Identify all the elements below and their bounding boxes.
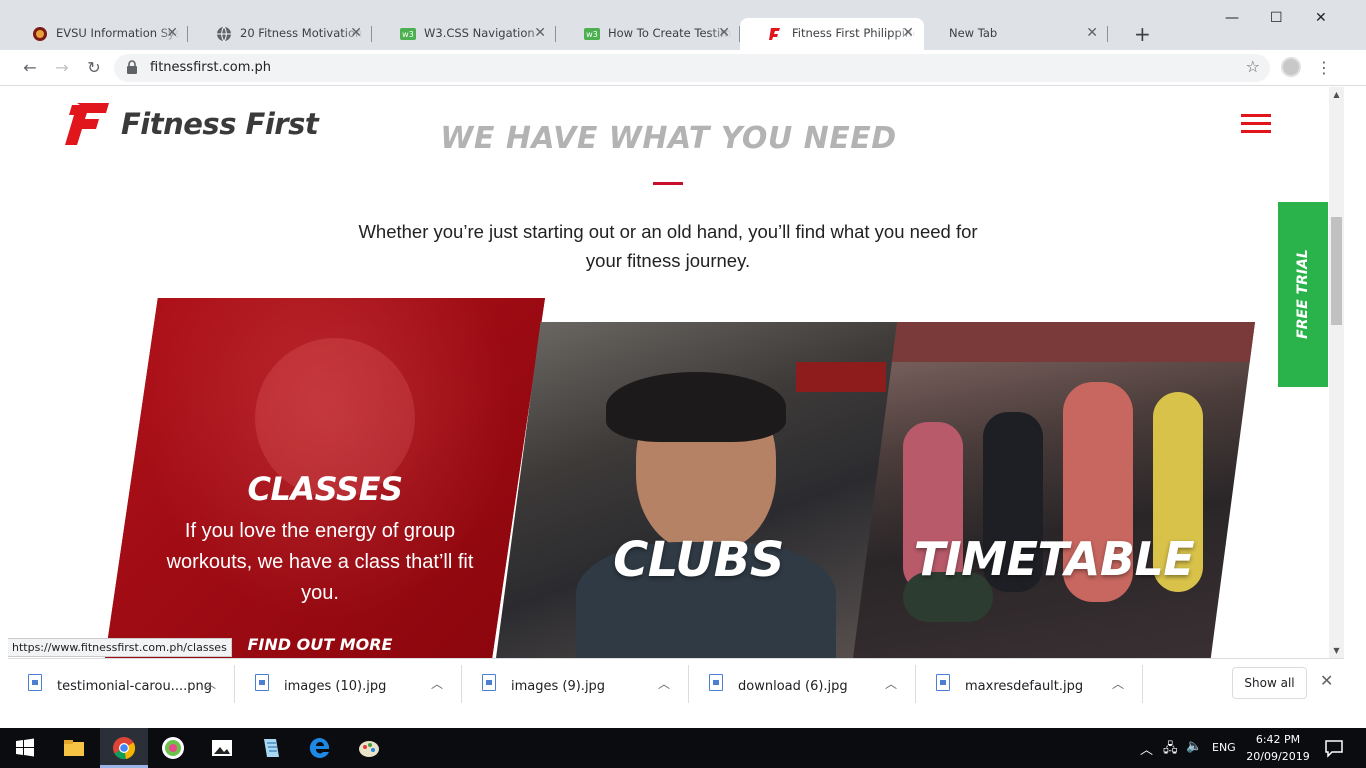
notepad-icon[interactable] — [259, 736, 283, 760]
tab-title: How To Create Testimo — [608, 26, 732, 40]
clubs-panel[interactable]: CLUBS — [496, 322, 901, 658]
download-filename: images (9).jpg — [511, 679, 606, 694]
download-filename: testimonial-carou....png — [57, 679, 212, 694]
new-tab-button[interactable]: + — [1134, 22, 1151, 46]
clock-time: 6:42 PM — [1255, 733, 1301, 746]
close-icon[interactable]: ✕ — [902, 25, 914, 41]
clubs-heading: CLUBS — [613, 532, 784, 588]
tab-title: Fitness First Philippines — [792, 26, 916, 40]
browser-toolbar: ← → ↻ fitnessfirst.com.ph ☆ — [0, 50, 1366, 86]
close-icon[interactable]: ✕ — [534, 25, 546, 41]
classes-panel[interactable]: CLASSES If you love the energy of group … — [105, 298, 545, 658]
status-url: https://www.fitnessfirst.com.ph/classes — [8, 638, 232, 657]
download-shelf: testimonial-carou....png ︿ images (10).j… — [8, 658, 1344, 708]
fitness-first-icon — [769, 28, 780, 40]
image-file-icon — [28, 674, 42, 691]
paint-icon[interactable] — [357, 736, 381, 760]
volume-icon[interactable]: 🔈 — [1186, 739, 1202, 754]
close-icon[interactable]: ✕ — [718, 25, 730, 41]
chevron-up-icon[interactable]: ︿ — [1140, 739, 1153, 758]
address-bar[interactable]: fitnessfirst.com.ph ☆ — [114, 54, 1270, 82]
system-clock[interactable]: 6:42 PM 20/09/2019 — [1246, 731, 1310, 765]
tab-fitness-motivation[interactable]: 20 Fitness Motivation Q ✕ — [188, 18, 372, 50]
timetable-panel[interactable]: TIMETABLE — [853, 322, 1255, 658]
close-icon[interactable]: ✕ — [350, 25, 362, 41]
classes-description: If you love the energy of group workouts… — [166, 520, 474, 604]
clock-date: 20/09/2019 — [1246, 750, 1310, 763]
forward-button[interactable]: → — [51, 57, 73, 79]
tab-new-tab[interactable]: New Tab ✕ — [924, 18, 1108, 50]
image-file-icon — [482, 674, 496, 691]
tab-title: New Tab — [949, 26, 998, 40]
image-file-icon — [936, 674, 950, 691]
browser-menu-icon[interactable]: ⋮ — [1316, 58, 1332, 77]
notifications-icon[interactable] — [1322, 736, 1346, 760]
close-window-button[interactable]: ✕ — [1315, 10, 1327, 26]
show-all-button[interactable]: Show all — [1232, 667, 1307, 699]
profile-avatar[interactable] — [1281, 57, 1301, 77]
chrome-icon[interactable] — [112, 736, 136, 760]
lock-icon — [127, 60, 137, 74]
edge-icon[interactable] — [308, 736, 332, 760]
scrollbar-thumb[interactable] — [1331, 217, 1342, 325]
tab-title: W3.CSS Navigation — [424, 26, 535, 40]
w3-icon: w3 — [400, 28, 416, 40]
section-title: WE HAVE WHAT YOU NEED — [440, 121, 897, 156]
timetable-heading: TIMETABLE — [913, 532, 1195, 586]
image-file-icon — [709, 674, 723, 691]
tab-testimonial[interactable]: w3 How To Create Testimo ✕ — [556, 18, 740, 50]
url-text[interactable]: fitnessfirst.com.ph — [150, 60, 271, 75]
back-button[interactable]: ← — [19, 57, 41, 79]
browser-window: EVSU Information Syst ✕ 20 Fitness Motiv… — [0, 0, 1366, 728]
tab-strip: EVSU Information Syst ✕ 20 Fitness Motiv… — [0, 0, 1366, 50]
close-icon[interactable]: ✕ — [1086, 25, 1098, 41]
tab-title: EVSU Information Syst — [56, 26, 180, 40]
evsu-icon — [33, 27, 47, 41]
close-icon[interactable]: ✕ — [1320, 671, 1333, 690]
scroll-up-arrow-icon[interactable]: ▲ — [1329, 87, 1344, 102]
maximize-button[interactable]: ☐ — [1270, 10, 1283, 26]
tab-fitness-first[interactable]: Fitness First Philippines ✕ — [740, 18, 924, 50]
chevron-up-icon[interactable]: ︿ — [658, 675, 670, 692]
section-intro: Whether you’re just starting out or an o… — [358, 221, 978, 271]
download-item[interactable]: testimonial-carou....png ︿ — [8, 665, 235, 703]
download-item[interactable]: images (10).jpg ︿ — [235, 665, 462, 703]
classes-heading: CLASSES — [247, 470, 404, 508]
chevron-up-icon[interactable]: ︿ — [885, 675, 897, 692]
scroll-down-arrow-icon[interactable]: ▼ — [1329, 643, 1344, 658]
download-item[interactable]: maxresdefault.jpg ︿ — [916, 665, 1143, 703]
page-viewport: Fitness First WE HAVE WHAT YOU NEED Whet… — [8, 87, 1329, 658]
network-icon[interactable]: 🖧 — [1163, 739, 1178, 761]
download-filename: images (10).jpg — [284, 679, 387, 694]
tab-w3css-navigation[interactable]: w3 W3.CSS Navigation ✕ — [372, 18, 556, 50]
close-icon[interactable]: ✕ — [166, 25, 178, 41]
download-filename: download (6).jpg — [738, 679, 848, 694]
globe-icon — [217, 26, 231, 42]
file-explorer-icon[interactable] — [62, 736, 86, 760]
svg-text:w3: w3 — [586, 30, 598, 39]
tab-evsu[interactable]: EVSU Information Syst ✕ — [4, 18, 188, 50]
free-trial-label: FREE TRIAL — [1295, 249, 1311, 339]
download-filename: maxresdefault.jpg — [965, 679, 1084, 694]
input-language[interactable]: ENG — [1212, 741, 1236, 754]
minimize-button[interactable]: — — [1225, 10, 1239, 26]
download-item[interactable]: download (6).jpg ︿ — [689, 665, 916, 703]
tab-title: 20 Fitness Motivation Q — [240, 26, 364, 40]
w3-icon: w3 — [584, 28, 600, 40]
free-trial-button[interactable]: FREE TRIAL — [1278, 202, 1328, 387]
reload-button[interactable]: ↻ — [83, 57, 105, 79]
chevron-up-icon[interactable]: ︿ — [1112, 675, 1124, 692]
download-item[interactable]: images (9).jpg ︿ — [462, 665, 689, 703]
windows-taskbar: ︿ 🖧 🔈 ENG 6:42 PM 20/09/2019 — [0, 728, 1366, 768]
chevron-up-icon[interactable]: ︿ — [204, 675, 216, 692]
title-divider — [653, 182, 683, 185]
photos-icon[interactable] — [210, 736, 234, 760]
image-file-icon — [255, 674, 269, 691]
bookmark-star-icon[interactable]: ☆ — [1246, 57, 1260, 76]
color-app-icon[interactable] — [161, 736, 185, 760]
page-scrollbar[interactable]: ▲ ▼ — [1329, 87, 1344, 658]
windows-start-icon[interactable] — [13, 736, 37, 760]
chevron-up-icon[interactable]: ︿ — [431, 675, 443, 692]
svg-text:w3: w3 — [402, 30, 414, 39]
